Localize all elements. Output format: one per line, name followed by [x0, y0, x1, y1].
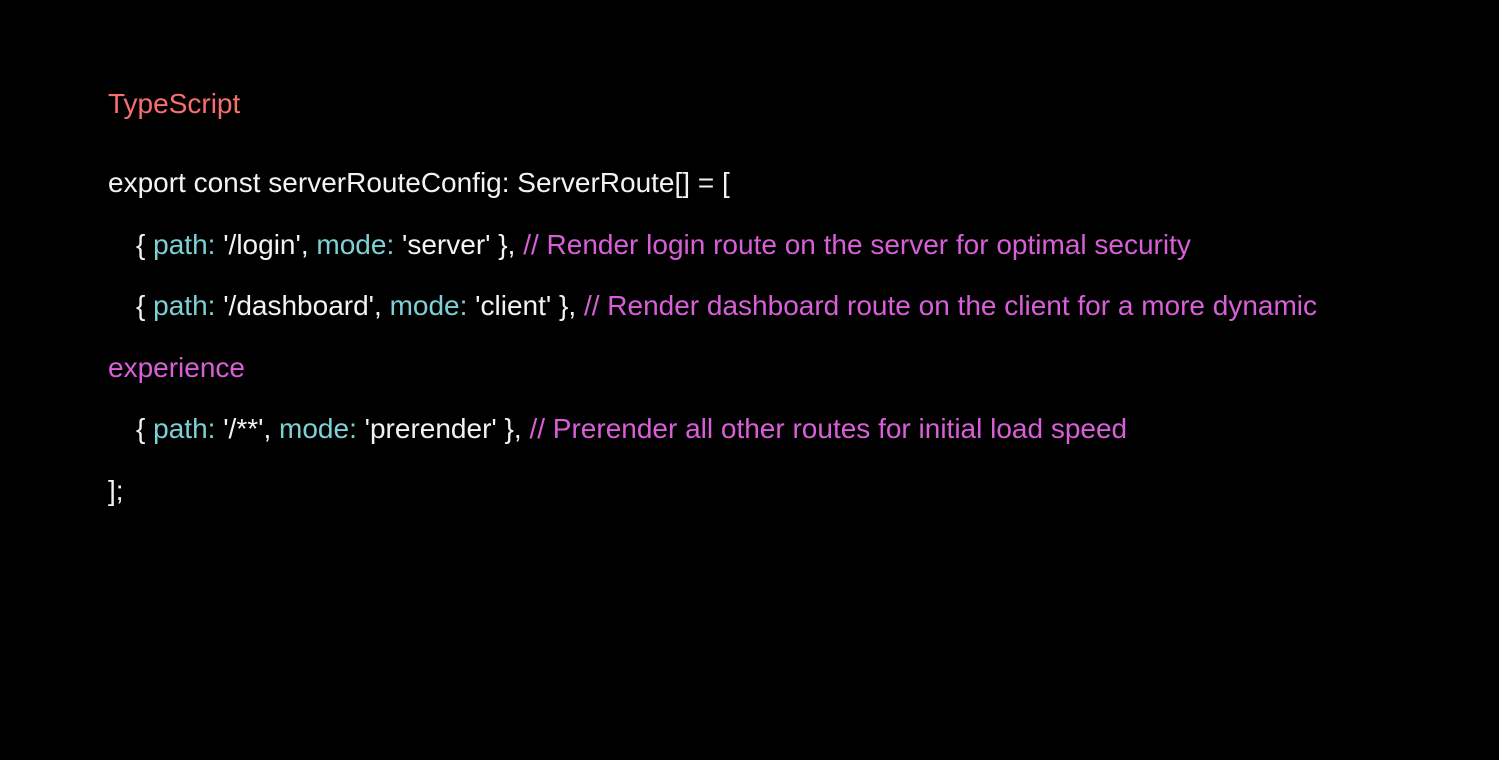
code-line-row-1: { path: '/dashboard', mode: 'client' }, …: [108, 275, 1391, 398]
brace-close: },: [497, 413, 530, 444]
comment-prefix: //: [529, 413, 552, 444]
sep: ,: [374, 290, 390, 321]
language-label: TypeScript: [108, 88, 1391, 120]
mode-key: mode:: [279, 413, 357, 444]
path-val: '/dashboard': [215, 290, 374, 321]
path-key: path:: [153, 229, 215, 260]
code-line-row-0: { path: '/login', mode: 'server' }, // R…: [108, 214, 1391, 276]
comment-prefix: //: [584, 290, 607, 321]
comment-text: Prerender all other routes for initial l…: [553, 413, 1127, 444]
sep: ,: [301, 229, 317, 260]
path-val: '/**': [215, 413, 263, 444]
brace-open: {: [136, 290, 153, 321]
brace-close: },: [551, 290, 584, 321]
brace-open: {: [136, 229, 153, 260]
code-decl-close: ];: [108, 475, 124, 506]
mode-val: 'server': [394, 229, 490, 260]
mode-val: 'client': [467, 290, 551, 321]
brace-close: },: [491, 229, 524, 260]
code-decl-open: export const serverRouteConfig: ServerRo…: [108, 167, 730, 198]
code-block: export const serverRouteConfig: ServerRo…: [108, 152, 1391, 522]
code-line-open: export const serverRouteConfig: ServerRo…: [108, 152, 1391, 214]
mode-val: 'prerender': [357, 413, 497, 444]
mode-key: mode:: [390, 290, 468, 321]
mode-key: mode:: [316, 229, 394, 260]
code-line-row-2: { path: '/**', mode: 'prerender' }, // P…: [108, 398, 1391, 460]
comment-text: Render login route on the server for opt…: [547, 229, 1191, 260]
code-line-close: ];: [108, 460, 1391, 522]
path-key: path:: [153, 290, 215, 321]
sep: ,: [263, 413, 279, 444]
path-val: '/login': [215, 229, 300, 260]
comment-prefix: //: [523, 229, 546, 260]
path-key: path:: [153, 413, 215, 444]
brace-open: {: [136, 413, 153, 444]
